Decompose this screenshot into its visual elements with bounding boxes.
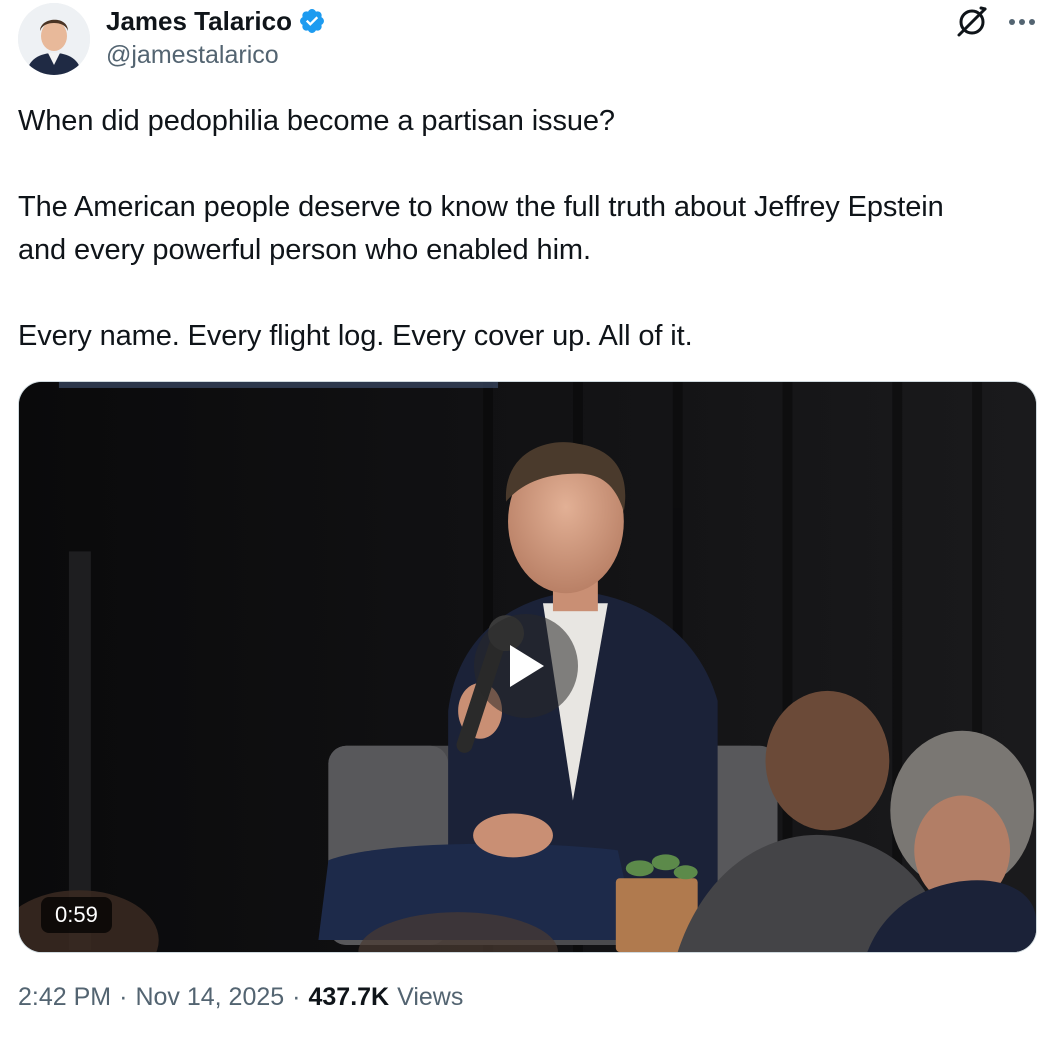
tweet-date[interactable]: Nov 14, 2025 (135, 983, 284, 1012)
video-player[interactable]: 0:59 (18, 381, 1037, 953)
views-label: Views (397, 983, 464, 1011)
tweet-time[interactable]: 2:42 PM (18, 983, 111, 1012)
avatar-image (18, 3, 90, 75)
avatar[interactable] (18, 3, 90, 75)
grok-icon[interactable] (954, 4, 990, 40)
tweet: James Talarico @jamestalarico When did p… (0, 0, 1058, 1042)
author-handle[interactable]: @jamestalarico (106, 41, 279, 70)
tweet-paragraph: The American people deserve to know the … (18, 191, 944, 266)
display-name[interactable]: James Talarico (106, 6, 292, 37)
views-count: 437.7K (308, 983, 390, 1011)
play-icon (510, 645, 544, 687)
tweet-text: When did pedophilia become a partisan is… (18, 100, 1048, 358)
author-name-row: James Talarico (106, 4, 326, 38)
tweet-paragraph: When did pedophilia become a partisan is… (18, 105, 615, 137)
meta-separator: · (292, 983, 301, 1011)
more-dots-icon[interactable] (1006, 8, 1038, 36)
tweet-paragraph: Every name. Every flight log. Every cove… (18, 320, 693, 352)
video-duration-badge: 0:59 (41, 897, 112, 933)
play-button[interactable] (474, 614, 578, 718)
verified-badge-icon (298, 7, 326, 35)
tweet-meta: 2:42 PM · Nov 14, 2025 · 437.7K Views (18, 983, 463, 1012)
meta-separator: · (119, 983, 128, 1011)
